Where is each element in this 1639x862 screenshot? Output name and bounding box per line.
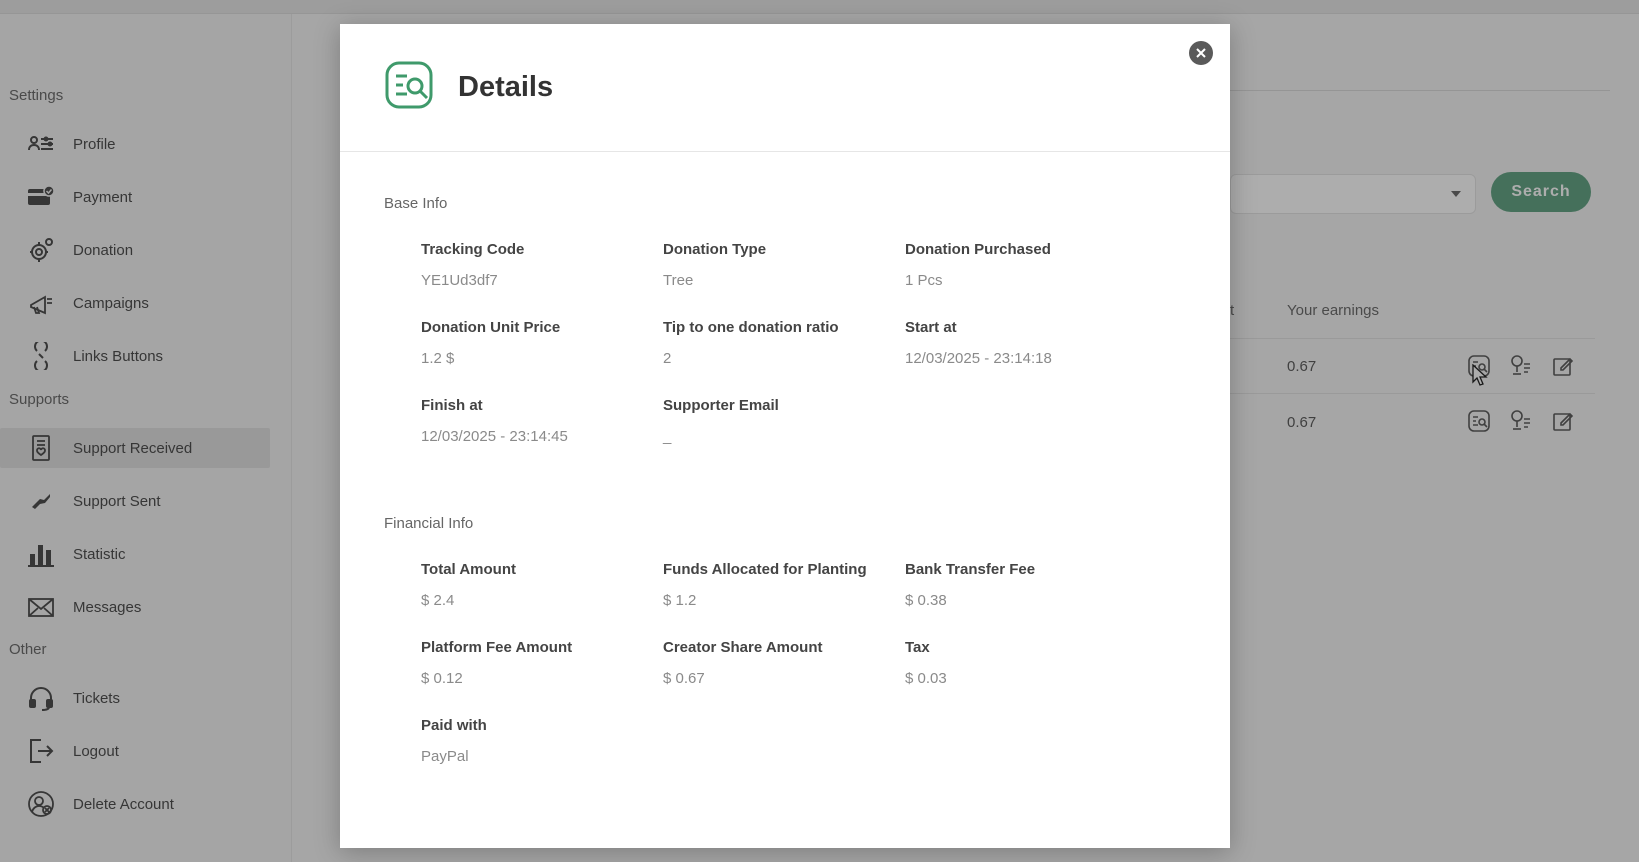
field-paid-with: Paid with PayPal bbox=[421, 717, 661, 765]
field-bank-transfer-fee: Bank Transfer Fee $ 0.38 bbox=[905, 561, 1145, 609]
field-label: Paid with bbox=[421, 717, 487, 734]
close-icon bbox=[1196, 48, 1206, 58]
field-label: Supporter Email bbox=[663, 397, 779, 414]
close-button[interactable] bbox=[1189, 41, 1213, 65]
field-value: $ 2.4 bbox=[421, 592, 455, 609]
field-label: Bank Transfer Fee bbox=[905, 561, 1036, 578]
section-heading-financial-info: Financial Info bbox=[384, 515, 474, 532]
field-donation-unit-price: Donation Unit Price 1.2 $ bbox=[421, 319, 661, 367]
field-donation-purchased: Donation Purchased 1 Pcs bbox=[905, 241, 1145, 289]
field-value: 12/03/2025 - 23:14:18 bbox=[905, 350, 1052, 367]
field-value: $ 0.67 bbox=[663, 670, 705, 687]
field-label: Tax bbox=[905, 639, 930, 656]
field-value: $ 0.38 bbox=[905, 592, 947, 609]
field-value: _ bbox=[663, 428, 672, 445]
details-modal: Details Base Info Tracking Code YE1Ud3df… bbox=[340, 24, 1230, 848]
field-label: Donation Type bbox=[663, 241, 767, 258]
field-value: 1 Pcs bbox=[905, 272, 943, 289]
section-heading-base-info: Base Info bbox=[384, 195, 448, 212]
field-label: Donation Unit Price bbox=[421, 319, 561, 336]
field-funds-allocated-planting: Funds Allocated for Planting $ 1.2 bbox=[663, 561, 903, 609]
field-platform-fee: Platform Fee Amount $ 0.12 bbox=[421, 639, 661, 687]
field-tax: Tax $ 0.03 bbox=[905, 639, 1145, 687]
field-value: 12/03/2025 - 23:14:45 bbox=[421, 428, 568, 445]
field-donation-type: Donation Type Tree bbox=[663, 241, 903, 289]
modal-title: Details bbox=[458, 71, 554, 103]
field-start-at: Start at 12/03/2025 - 23:14:18 bbox=[905, 319, 1145, 367]
field-value: Tree bbox=[663, 272, 694, 289]
field-label: Donation Purchased bbox=[905, 241, 1051, 258]
field-value: 2 bbox=[663, 350, 672, 367]
field-label: Creator Share Amount bbox=[663, 639, 823, 656]
field-supporter-email: Supporter Email _ bbox=[663, 397, 903, 445]
field-tracking-code: Tracking Code YE1Ud3df7 bbox=[421, 241, 661, 289]
details-search-icon bbox=[384, 60, 434, 110]
field-value: PayPal bbox=[421, 748, 469, 765]
field-label: Total Amount bbox=[421, 561, 516, 578]
field-label: Start at bbox=[905, 319, 957, 336]
field-label: Platform Fee Amount bbox=[421, 639, 573, 656]
field-value: $ 0.03 bbox=[905, 670, 947, 687]
field-value: $ 0.12 bbox=[421, 670, 463, 687]
field-total-amount: Total Amount $ 2.4 bbox=[421, 561, 661, 609]
field-value: YE1Ud3df7 bbox=[421, 272, 498, 289]
field-finish-at: Finish at 12/03/2025 - 23:14:45 bbox=[421, 397, 661, 445]
field-label: Funds Allocated for Planting bbox=[663, 561, 867, 578]
field-creator-share: Creator Share Amount $ 0.67 bbox=[663, 639, 903, 687]
field-value: $ 1.2 bbox=[663, 592, 697, 609]
field-label: Tracking Code bbox=[421, 241, 525, 258]
field-label: Tip to one donation ratio bbox=[663, 319, 839, 336]
field-tip-ratio: Tip to one donation ratio 2 bbox=[663, 319, 903, 367]
field-value: 1.2 $ bbox=[421, 350, 455, 367]
modal-header: Details bbox=[340, 24, 1230, 152]
field-label: Finish at bbox=[421, 397, 483, 414]
